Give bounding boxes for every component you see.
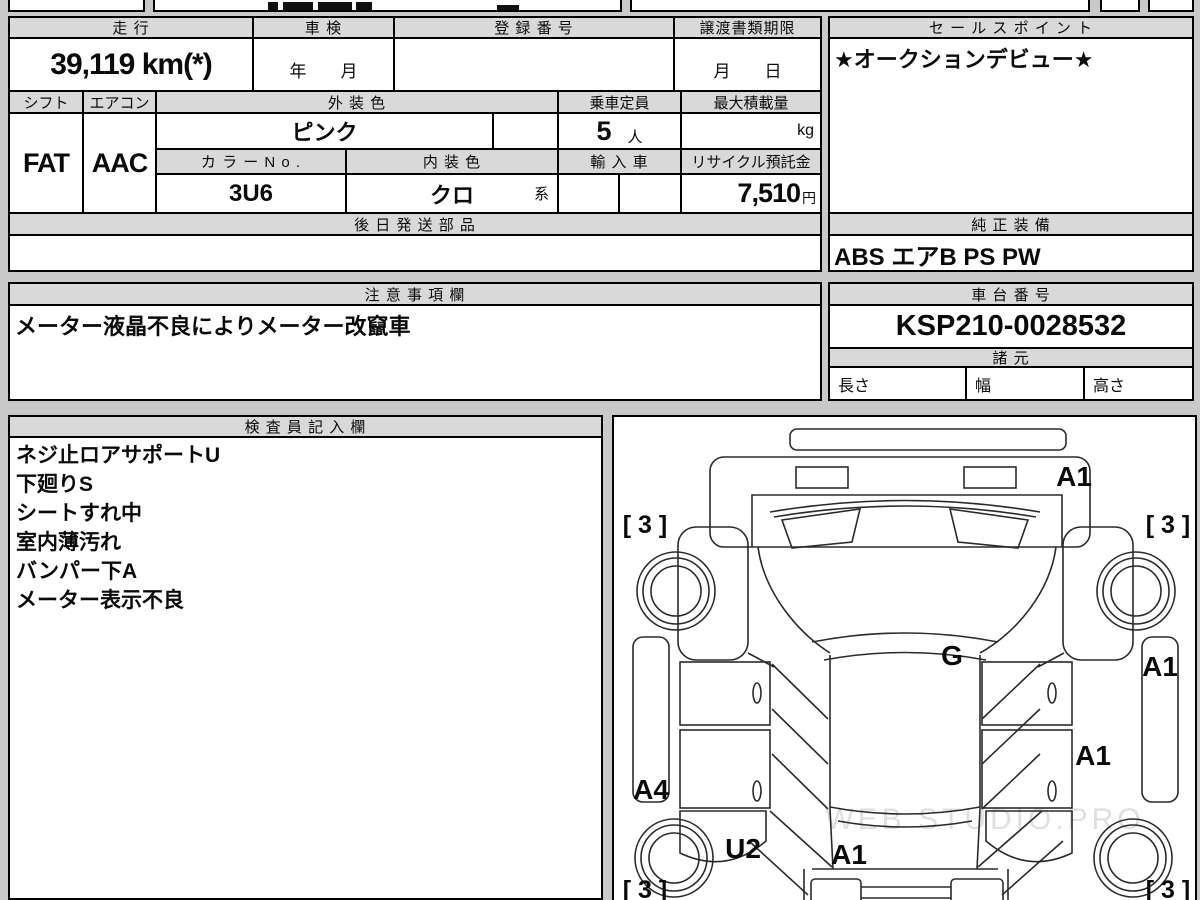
front-bumper-strip [789,428,1067,451]
transfer-docs-header: 譲渡書類期限 [673,16,822,39]
later-parts-value [8,234,822,272]
sales-point-value: ★オークションデビュー★ [828,37,1194,214]
import-car-header: 輸 入 車 [557,148,682,175]
damage-label-right-rear-door: A1 [1075,740,1111,771]
inspector-header: 検 査 員 記 入 欄 [8,415,603,438]
recycle-fee-number: 7,510 [737,178,801,208]
color-no-value: 3U6 [155,173,347,214]
color-no-header: カ ラ ー N o . [155,148,347,175]
clipped-text-fragment [356,2,372,10]
damage-label-front-bumper: A1 [1056,461,1092,492]
mileage-value: 39,119 km(*) [8,37,254,92]
inspector-note: ネジ止ロアサポートU [16,444,221,467]
tire-label-front-left: [ 3 ] [623,511,667,539]
inspector-note: バンパー下A [16,560,138,583]
clipped-cell [153,0,622,12]
registration-header: 登 録 番 号 [393,16,675,39]
genuine-equip-header: 純 正 装 備 [828,212,1194,236]
chassis-no-value: KSP210-0028532 [828,304,1194,349]
spec-length-label: 長さ [838,377,871,395]
registration-value [393,37,675,92]
left-rear-door [679,729,771,809]
glass-label-windshield: G [941,640,963,671]
aircon-header: エアコン [82,90,157,114]
recycle-fee-value: 7,510 円 [680,173,822,214]
exterior-color-value: ピンク [155,112,494,150]
capacity-number: 5 [596,115,612,146]
specs-header: 諸 元 [828,347,1194,368]
clipped-text-fragment [268,2,278,10]
max-load-header: 最大積載量 [680,90,822,114]
interior-color-header: 内 装 色 [345,148,559,175]
damage-label-left-quarter: U2 [725,833,761,864]
clipped-text-fragment [318,2,352,10]
recycle-fee-header: リサイクル預託金 [680,148,822,175]
mileage-header: 走 行 [8,16,254,39]
inspector-note: 室内薄汚れ [16,531,121,554]
front-left-wheel [636,551,716,631]
tire-label-rear-right: [ 3 ] [1146,876,1190,900]
clipped-cell [8,0,145,12]
aircon-value: AAC [82,112,157,214]
spec-length-cell: 長さ [828,366,967,401]
spec-height-cell: 高さ [1083,366,1194,401]
front-right-wheel [1096,551,1176,631]
interior-color-name: クロ [429,182,474,208]
spec-height-label: 高さ [1093,377,1126,395]
clipped-top-row [0,0,1200,12]
inspector-note: メーター表示不良 [16,589,184,612]
caution-value: メーター液晶不良によりメーター改竄車 [8,304,822,401]
capacity-value: 5 人 [557,112,682,150]
interior-color-value: クロ 系 [345,173,559,214]
spec-width-cell: 幅 [965,366,1085,401]
transfer-docs-value: 月 日 [673,37,822,92]
clipped-text-fragment [283,2,313,10]
shift-header: シフト [8,90,84,114]
shaken-header: 車 検 [252,16,395,39]
clipped-cell [1148,0,1194,12]
later-parts-header: 後 日 発 送 部 品 [8,212,822,236]
clipped-cell [1100,0,1140,12]
left-front-door [679,661,771,726]
car-diagram: WEB STUDIO.PRO A1 [3] [3] G A1 A1 A4… [623,428,1190,900]
auction-sheet: 走 行 車 検 登 録 番 号 譲渡書類期限 39,119 km(*) 年 月 … [0,0,1200,900]
tire-label-rear-left: [ 3 ] [623,876,667,900]
shift-value: FAT [8,112,84,214]
sales-point-header: セ ー ル ス ポ イ ン ト [828,16,1194,39]
genuine-equip-value: ABS エアB PS PW [828,234,1194,272]
tire-label-front-right: [ 3 ] [1146,511,1190,539]
max-load-unit: kg [797,122,814,139]
interior-color-suffix: 系 [533,186,549,203]
car-diagram-box: WEB STUDIO.PRO A1 [3] [3] G A1 A1 A4… [612,415,1197,900]
inspector-note: シートすれ中 [16,502,142,525]
exterior-color-extra-cell [492,112,559,150]
damage-label-left-rocker: A4 [633,774,669,805]
max-load-value: kg [680,112,822,150]
clipped-text-fragment [497,5,519,10]
spec-width-label: 幅 [975,377,992,395]
right-front-door [981,661,1073,726]
inspector-notes-box: ネジ止ロアサポートU 下廻りS シートすれ中 室内薄汚れ バンパー下A メーター… [8,436,603,900]
import-car-cell-1 [557,173,620,214]
exterior-color-header: 外 装 色 [155,90,559,114]
front-bumper [709,456,1091,548]
damage-label-right-rocker: A1 [1142,651,1178,682]
shaken-value: 年 月 [252,37,395,92]
clipped-cell [630,0,1090,12]
inspector-note: 下廻りS [16,473,94,496]
import-car-cell-2 [618,173,682,214]
chassis-no-header: 車 台 番 号 [828,282,1194,306]
recycle-fee-unit: 円 [802,189,816,206]
capacity-unit: 人 [627,128,643,146]
capacity-header: 乗車定員 [557,90,682,114]
damage-label-rear-gate: A1 [831,839,867,870]
caution-header: 注 意 事 項 欄 [8,282,822,306]
